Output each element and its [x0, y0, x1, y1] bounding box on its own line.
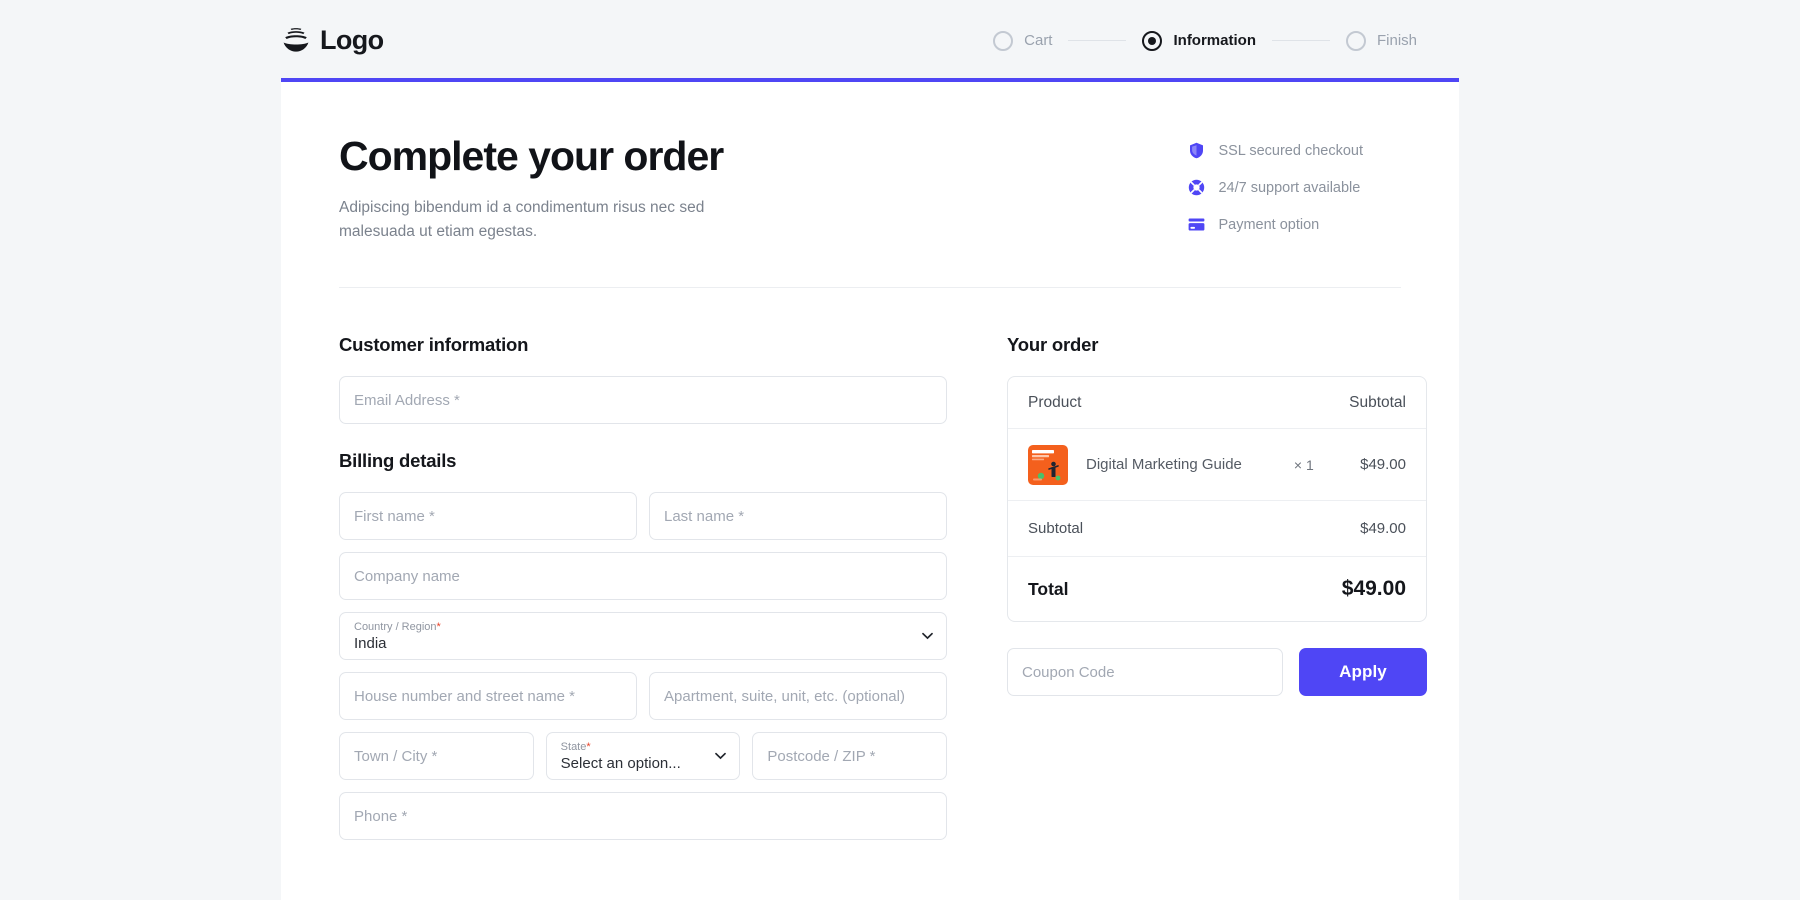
- state-select[interactable]: State* Select an option...: [546, 732, 741, 780]
- state-label: State*: [561, 741, 726, 754]
- logo-mark-icon: [281, 26, 311, 56]
- coupon-section: Coupon Code Apply: [1007, 648, 1427, 696]
- country-region-value: India: [354, 635, 932, 654]
- step-information-label: Information: [1173, 32, 1256, 49]
- step-cart-dot: [993, 31, 1013, 51]
- billing-column: Customer information Email Address * Bil…: [339, 334, 947, 840]
- order-total-value: $49.00: [1342, 577, 1406, 601]
- apply-coupon-button[interactable]: Apply: [1299, 648, 1427, 696]
- city-placeholder: Town / City *: [354, 748, 437, 765]
- city-field[interactable]: Town / City *: [339, 732, 534, 780]
- step-information[interactable]: Information: [1142, 31, 1256, 51]
- required-asterisk: *: [437, 621, 441, 633]
- postcode-field[interactable]: Postcode / ZIP *: [752, 732, 947, 780]
- order-subtotal-label: Subtotal: [1028, 520, 1083, 537]
- checkout-page: Logo Cart Information Finish: [0, 0, 1800, 900]
- badge-payment: Payment option: [1188, 216, 1363, 233]
- state-label-text: State: [561, 741, 587, 753]
- step-information-dot: [1142, 31, 1162, 51]
- badge-ssl-label: SSL secured checkout: [1218, 143, 1363, 159]
- step-separator: [1068, 40, 1126, 41]
- page-header: Logo Cart Information Finish: [281, 0, 1459, 81]
- chevron-down-icon: [715, 753, 726, 760]
- page-subtitle: Adipiscing bibendum id a condimentum ris…: [339, 196, 759, 243]
- brand-logo[interactable]: Logo: [281, 25, 384, 56]
- order-item-name: Digital Marketing Guide: [1086, 456, 1242, 473]
- order-summary-title: Your order: [1007, 334, 1427, 356]
- order-item-price: $49.00: [1360, 456, 1406, 473]
- trust-badges: SSL secured checkout 24/7 support availa…: [1188, 130, 1363, 233]
- phone-field[interactable]: Phone *: [339, 792, 947, 840]
- chevron-down-icon: [922, 633, 933, 640]
- coupon-code-input[interactable]: Coupon Code: [1007, 648, 1283, 696]
- street-address-field[interactable]: House number and street name *: [339, 672, 637, 720]
- customer-information-title: Customer information: [339, 334, 947, 356]
- state-value: Select an option...: [561, 755, 726, 774]
- company-name-field[interactable]: Company name: [339, 552, 947, 600]
- billing-details-title: Billing details: [339, 450, 947, 472]
- order-col-product: Product: [1028, 394, 1081, 412]
- badge-support: 24/7 support available: [1188, 179, 1363, 196]
- order-subtotal-row: Subtotal $49.00: [1008, 501, 1426, 557]
- coupon-code-placeholder: Coupon Code: [1022, 664, 1115, 681]
- country-region-select[interactable]: Country / Region* India: [339, 612, 947, 660]
- postcode-placeholder: Postcode / ZIP *: [767, 748, 875, 765]
- required-asterisk: *: [586, 741, 590, 753]
- email-field-placeholder: Email Address *: [354, 392, 460, 409]
- checkout-stepper: Cart Information Finish: [993, 31, 1417, 51]
- badge-payment-label: Payment option: [1218, 217, 1319, 233]
- badge-support-label: 24/7 support available: [1218, 180, 1360, 196]
- order-item-qty: × 1: [1294, 457, 1314, 473]
- street-address-placeholder: House number and street name *: [354, 688, 575, 705]
- order-subtotal-value: $49.00: [1360, 520, 1406, 537]
- page-title: Complete your order: [339, 134, 959, 178]
- last-name-placeholder: Last name *: [664, 508, 744, 525]
- phone-placeholder: Phone *: [354, 808, 407, 825]
- step-finish[interactable]: Finish: [1346, 31, 1417, 51]
- badge-ssl: SSL secured checkout: [1188, 142, 1363, 159]
- table-row: Digital Marketing Guide × 1 $49.00: [1008, 429, 1426, 501]
- step-finish-label: Finish: [1377, 32, 1417, 49]
- shield-icon: [1188, 142, 1205, 159]
- apartment-placeholder: Apartment, suite, unit, etc. (optional): [664, 688, 905, 705]
- email-field[interactable]: Email Address *: [339, 376, 947, 424]
- name-row: First name * Last name *: [339, 492, 947, 540]
- checkout-card: Complete your order Adipiscing bibendum …: [281, 82, 1459, 900]
- order-table-header: Product Subtotal: [1008, 377, 1426, 429]
- company-name-placeholder: Company name: [354, 568, 460, 585]
- street-row: House number and street name * Apartment…: [339, 672, 947, 720]
- step-cart-label: Cart: [1024, 32, 1052, 49]
- hero-section: Complete your order Adipiscing bibendum …: [339, 130, 1401, 243]
- apartment-field[interactable]: Apartment, suite, unit, etc. (optional): [649, 672, 947, 720]
- credit-card-icon: [1188, 216, 1205, 233]
- first-name-placeholder: First name *: [354, 508, 435, 525]
- order-total-row: Total $49.00: [1008, 557, 1426, 621]
- step-finish-dot: [1346, 31, 1366, 51]
- step-separator: [1272, 40, 1330, 41]
- order-total-label: Total: [1028, 579, 1069, 600]
- order-summary-table: Product Subtotal: [1007, 376, 1427, 622]
- checkout-columns: Customer information Email Address * Bil…: [339, 288, 1401, 840]
- country-region-label: Country / Region*: [354, 621, 932, 634]
- city-state-zip-row: Town / City * State* Select an option...: [339, 732, 947, 780]
- product-thumbnail-icon: [1028, 445, 1068, 485]
- country-region-label-text: Country / Region: [354, 621, 437, 633]
- order-summary-column: Your order Product Subtotal: [1007, 334, 1427, 840]
- order-col-subtotal: Subtotal: [1349, 394, 1406, 412]
- brand-name: Logo: [320, 25, 384, 56]
- step-cart[interactable]: Cart: [993, 31, 1052, 51]
- first-name-field[interactable]: First name *: [339, 492, 637, 540]
- lifebuoy-icon: [1188, 179, 1205, 196]
- last-name-field[interactable]: Last name *: [649, 492, 947, 540]
